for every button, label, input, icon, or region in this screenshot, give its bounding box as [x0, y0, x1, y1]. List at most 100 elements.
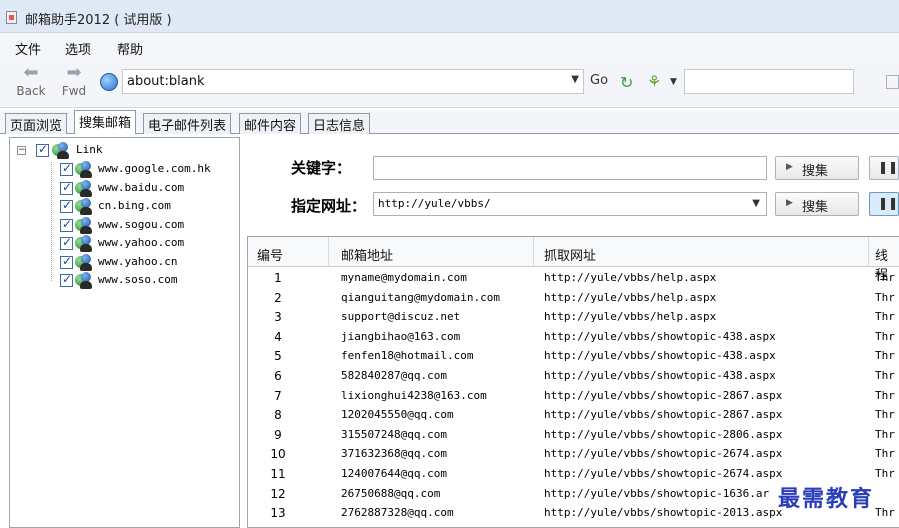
- chevron-down-icon[interactable]: ▼: [670, 77, 677, 87]
- stop-icon[interactable]: ⚘: [647, 72, 661, 91]
- checkbox[interactable]: [36, 142, 49, 157]
- menu-file[interactable]: 文件: [15, 39, 41, 58]
- table-row[interactable]: 2 qianguitang@mydomain.com http://yule/vbb…: [248, 288, 899, 308]
- tree-item[interactable]: cn.bing.com: [43, 198, 233, 216]
- table-row[interactable]: 1 myname@mydomain.com http://yule/vbbs/hel…: [248, 268, 899, 288]
- row-url: http://yule/vbbs/help.aspx: [544, 310, 717, 324]
- column-divider[interactable]: [868, 237, 869, 267]
- toolbar-extra-button[interactable]: [886, 75, 899, 89]
- row-url: http://yule/vbbs/showtopic-438.aspx: [544, 369, 776, 382]
- table-row[interactable]: 9 315507248@qq.com http://yule/vbbs/showto…: [248, 425, 899, 445]
- menu-options[interactable]: 选项: [65, 39, 91, 58]
- row-email: 371632368@qq.com: [341, 447, 447, 461]
- keyword-label: 关键字：: [291, 159, 352, 177]
- network-icon: [52, 142, 69, 159]
- window-title: 邮箱助手2012 ( 试用版 ): [25, 13, 172, 28]
- tree-item-label: www.yahoo.com: [98, 236, 185, 249]
- row-id: 6: [274, 369, 282, 383]
- chevron-down-icon[interactable]: ▼: [571, 74, 579, 85]
- row-url: http://yule/vbbs/showtopic-2674.aspx: [544, 467, 783, 480]
- row-thread: Thr: [875, 388, 895, 402]
- row-email: 124007644@qq.com: [341, 467, 447, 480]
- tree-item[interactable]: www.soso.com: [43, 272, 233, 290]
- menu-help[interactable]: 帮助: [117, 39, 143, 58]
- checkbox[interactable]: [60, 272, 73, 287]
- table-row[interactable]: 3 support@discuz.net http://yule/vbbs/help…: [248, 307, 899, 327]
- row-url: http://yule/vbbs/showtopic-2013.aspx: [544, 506, 783, 520]
- row-email: 582840287@qq.com: [341, 369, 447, 382]
- row-id: 2: [274, 290, 282, 305]
- column-header-url[interactable]: 抓取网址: [544, 245, 596, 264]
- tab-page-browse[interactable]: 页面浏览: [5, 113, 68, 134]
- tab-log-info[interactable]: 日志信息: [308, 113, 371, 134]
- tree-root[interactable]: − Link: [17, 142, 117, 160]
- site-pause-button[interactable]: ❚❚: [869, 192, 899, 216]
- keyword-input[interactable]: [373, 156, 767, 180]
- checkbox[interactable]: [60, 198, 73, 213]
- forward-button[interactable]: ➡ Fwd: [56, 64, 92, 104]
- column-divider[interactable]: [533, 237, 534, 267]
- column-header-email[interactable]: 邮箱地址: [341, 245, 393, 264]
- refresh-icon[interactable]: ↻: [620, 73, 633, 92]
- row-url: http://yule/vbbs/showtopic-1636.ar: [544, 486, 770, 500]
- checkbox[interactable]: [60, 254, 73, 269]
- tree-item-label: www.google.com.hk: [98, 162, 211, 175]
- tree-item-label: cn.bing.com: [98, 199, 171, 212]
- network-icon: [75, 235, 92, 252]
- row-id: 8: [274, 408, 282, 423]
- collapse-icon[interactable]: −: [17, 146, 26, 155]
- row-email: myname@mydomain.com: [341, 271, 467, 284]
- row-id: 9: [274, 427, 282, 442]
- checkbox[interactable]: [60, 161, 73, 176]
- search-input[interactable]: [684, 69, 854, 94]
- tree-item[interactable]: www.baidu.com: [43, 180, 233, 198]
- globe-icon: [100, 73, 118, 91]
- checkbox[interactable]: [60, 180, 73, 195]
- row-thread: Thr: [875, 349, 895, 363]
- site-label: 指定网址：: [291, 197, 367, 215]
- tree-item[interactable]: www.yahoo.cn: [43, 254, 233, 272]
- tree-item[interactable]: www.sogou.com: [43, 217, 233, 235]
- play-icon: ▶: [786, 198, 793, 208]
- row-email: jiangbihao@163.com: [341, 329, 461, 343]
- row-url: http://yule/vbbs/showtopic-2867.aspx: [544, 388, 783, 402]
- tree-item-label: www.sogou.com: [98, 218, 185, 231]
- address-bar[interactable]: about:blank ▼: [122, 69, 584, 94]
- column-header-id[interactable]: 编号: [257, 245, 283, 264]
- row-id: 12: [270, 486, 286, 501]
- row-thread: Thr: [875, 329, 895, 343]
- tab-email-list[interactable]: 电子邮件列表: [143, 113, 232, 134]
- row-id: 10: [270, 447, 286, 462]
- table-row[interactable]: 10 371632368@qq.com http://yule/vbbs/showt…: [248, 444, 899, 464]
- keyword-search-button[interactable]: ▶ 搜集: [775, 156, 859, 180]
- row-thread: Thr: [875, 290, 895, 304]
- keyword-pause-button[interactable]: ❚❚: [869, 156, 899, 180]
- site-url-select[interactable]: http://yule/vbbs/ ▼: [373, 192, 767, 216]
- tab-collect-email[interactable]: 搜集邮箱: [74, 110, 137, 135]
- table-row[interactable]: 4 jiangbihao@163.com http://yule/vbbs/show…: [248, 327, 899, 347]
- table-row[interactable]: 6 582840287@qq.com http://yule/vbbs/showto…: [248, 366, 899, 386]
- row-thread: Thr: [875, 408, 895, 422]
- back-button[interactable]: ⬅ Back: [13, 64, 49, 104]
- tab-email-content[interactable]: 邮件内容: [239, 113, 302, 134]
- forward-arrow-icon: ➡: [66, 62, 82, 83]
- table-row[interactable]: 5 fenfen18@hotmail.com http://yule/vbbs/sh…: [248, 346, 899, 366]
- app-icon: [6, 11, 17, 24]
- row-email: fenfen18@hotmail.com: [341, 349, 474, 363]
- checkbox[interactable]: [60, 235, 73, 250]
- row-email: lixionghui4238@163.com: [341, 388, 487, 402]
- checkbox[interactable]: [60, 217, 73, 232]
- row-url: http://yule/vbbs/showtopic-2867.aspx: [544, 408, 783, 422]
- table-row[interactable]: 8 1202045550@qq.com http://yule/vbbs/showt…: [248, 405, 899, 425]
- row-email: qianguitang@mydomain.com: [341, 290, 500, 304]
- go-button[interactable]: Go: [590, 73, 608, 88]
- table-row[interactable]: 7 lixionghui4238@163.com http://yule/vbbs/…: [248, 386, 899, 406]
- column-divider[interactable]: [328, 237, 329, 267]
- chevron-down-icon[interactable]: ▼: [752, 198, 760, 209]
- site-search-button[interactable]: ▶ 搜集: [775, 192, 859, 216]
- tree-item[interactable]: www.yahoo.com: [43, 235, 233, 253]
- tree-item[interactable]: www.google.com.hk: [43, 161, 233, 179]
- title-bar: 邮箱助手2012 ( 试用版 ): [0, 0, 899, 33]
- back-arrow-icon: ⬅: [23, 62, 39, 83]
- network-icon: [75, 180, 92, 197]
